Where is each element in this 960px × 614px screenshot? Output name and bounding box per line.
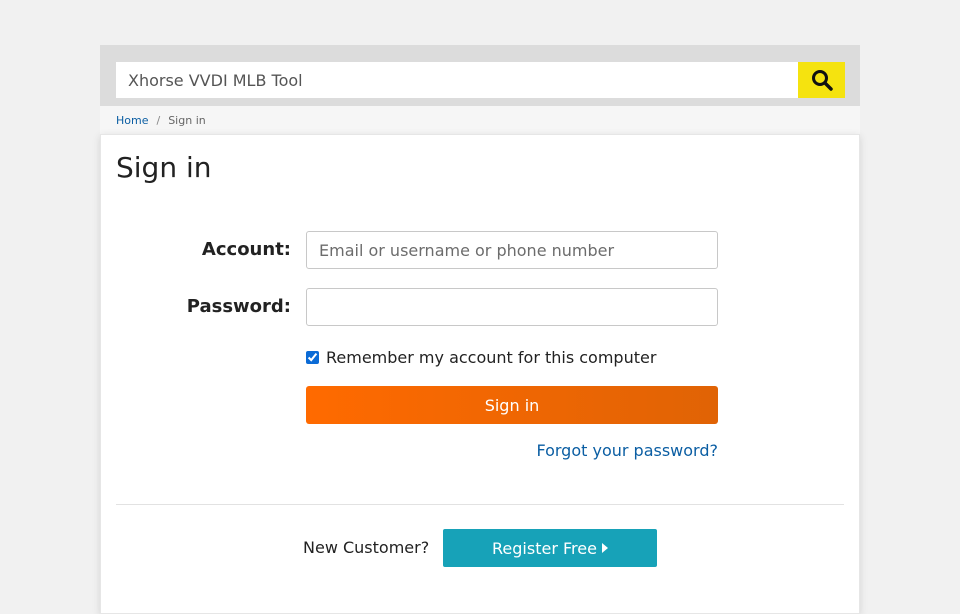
breadcrumb-separator: /: [156, 113, 161, 127]
account-row: Account:: [101, 231, 859, 269]
caret-right-icon: [601, 543, 608, 553]
password-label: Password:: [186, 296, 291, 317]
register-button-label: Register Free: [492, 538, 597, 558]
new-customer-label: New Customer?: [303, 538, 430, 557]
remember-row[interactable]: Remember my account for this computer: [306, 348, 656, 367]
search-input[interactable]: [116, 62, 798, 98]
breadcrumb-current: Sign in: [168, 113, 206, 127]
remember-label: Remember my account for this computer: [326, 348, 657, 367]
signin-card: Sign in Account: Password: Remember my a…: [100, 134, 860, 614]
password-row: Password:: [101, 288, 859, 326]
search-icon: [811, 70, 833, 91]
forgot-password-link[interactable]: Forgot your password?: [536, 441, 718, 460]
breadcrumb-home-link[interactable]: Home: [116, 114, 148, 127]
account-input[interactable]: [306, 231, 718, 269]
account-label: Account:: [201, 239, 291, 260]
remember-checkbox[interactable]: [306, 351, 319, 364]
search-button[interactable]: [798, 62, 845, 98]
register-button[interactable]: Register Free: [443, 529, 657, 567]
breadcrumb: Home / Sign in: [100, 106, 860, 134]
password-input[interactable]: [306, 288, 718, 326]
page-title: Sign in: [116, 151, 212, 184]
divider: [116, 504, 844, 505]
signin-button[interactable]: Sign in: [306, 386, 718, 424]
search-bar: [100, 45, 860, 106]
page-container: Home / Sign in Sign in Account: Password…: [100, 45, 860, 614]
